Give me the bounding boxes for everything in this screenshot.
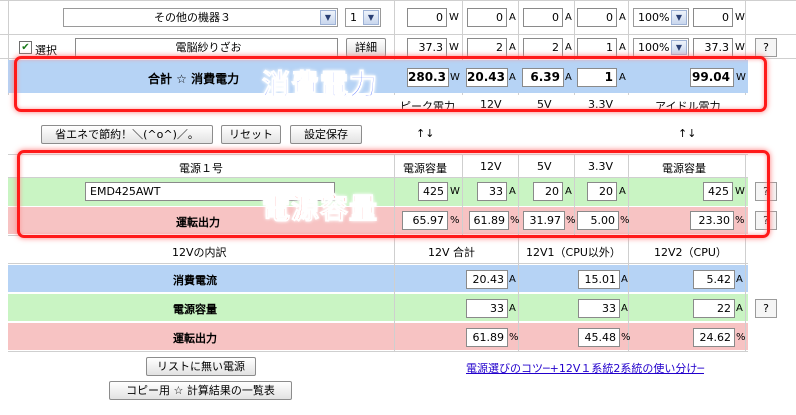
unit-label: W	[735, 12, 745, 23]
current-v2-field[interactable]: 5.42	[693, 270, 735, 289]
device-name-field[interactable]: 電脳紗りざお	[75, 38, 338, 57]
12v-breakdown-title: 12Vの内訳	[172, 246, 227, 259]
device-select-value: その他の機器３	[154, 11, 231, 24]
reset-button[interactable]: リセット	[221, 125, 281, 144]
power-highlight-box	[14, 56, 767, 112]
arrows-label: ↑↓	[678, 127, 697, 140]
unit-label: W	[449, 42, 459, 53]
help-button[interactable]: ?	[755, 299, 777, 318]
pct-select-value: 100%	[638, 11, 670, 24]
eco-button[interactable]: 省エネで節約！＼(^o^)／。	[41, 125, 213, 144]
unit-label: A	[509, 42, 516, 53]
select-5v-field[interactable]: 2	[523, 38, 563, 57]
capacity-overlay-text: 電源容量	[261, 192, 379, 226]
power-overlay-text: 消費電力	[261, 68, 379, 102]
save-settings-button[interactable]: 設定保存	[290, 125, 362, 144]
capacity-v1-field[interactable]: 33	[578, 299, 620, 318]
12v1-header: 12V1（CPU以外）	[526, 246, 621, 259]
device-watt-field[interactable]: 0	[407, 8, 447, 27]
copy-summary-button[interactable]: コピー用 ☆ 計算結果の一覧表	[109, 381, 292, 400]
output-row-band	[8, 323, 748, 350]
unit-label: %	[621, 332, 631, 343]
arrows-label: ↑↓	[416, 127, 435, 140]
output-v1-field[interactable]: 45.48	[578, 328, 620, 347]
unit-label: A	[509, 303, 516, 314]
unit-label: A	[621, 303, 628, 314]
select-watt-field[interactable]: 37.3	[407, 38, 447, 57]
current-row-band	[8, 265, 748, 292]
unit-label: A	[509, 12, 516, 23]
qty-select-value: 1	[350, 11, 357, 24]
detail-button[interactable]: 詳細	[346, 38, 386, 57]
chevron-down-icon: ▼	[363, 10, 379, 25]
capacity-total-field[interactable]: 33	[466, 299, 508, 318]
current-total-field[interactable]: 20.43	[466, 270, 508, 289]
unit-label: A	[736, 274, 743, 285]
unit-label: W	[735, 42, 745, 53]
help-button[interactable]: ?	[755, 38, 777, 57]
grid-line	[8, 263, 748, 264]
chevron-down-icon: ▼	[671, 10, 687, 25]
unlisted-psu-button[interactable]: リストに無い電源	[146, 357, 256, 376]
select-watt2-field[interactable]: 37.3	[693, 38, 733, 57]
device-33v-field[interactable]: 0	[577, 8, 617, 27]
capacity-label: 電源容量	[173, 303, 217, 316]
device-select[interactable]: その他の機器３ ▼	[63, 8, 338, 27]
unit-label: A	[565, 12, 572, 23]
capacity-v2-field[interactable]: 22	[693, 299, 735, 318]
grid-line	[0, 34, 796, 35]
select-12v-field[interactable]: 2	[467, 38, 507, 57]
pct-select[interactable]: 100% ▼	[633, 8, 689, 27]
device-5v-field[interactable]: 0	[523, 8, 563, 27]
current-label: 消費電流	[173, 274, 217, 287]
device-watt2-field[interactable]: 0	[693, 8, 733, 27]
output-v2-field[interactable]: 24.62	[693, 328, 735, 347]
select-checkbox[interactable]: ✔	[19, 41, 32, 54]
chevron-down-icon: ▼	[320, 10, 336, 25]
unit-label: A	[565, 42, 572, 53]
device-12v-field[interactable]: 0	[467, 8, 507, 27]
pct-select-value: 100%	[638, 41, 670, 54]
qty-select[interactable]: 1 ▼	[345, 8, 381, 27]
grid-line	[8, 351, 748, 352]
chevron-down-icon: ▼	[671, 40, 687, 55]
capacity-row-band	[8, 294, 748, 321]
unit-label: W	[449, 12, 459, 23]
grid-line	[394, 236, 395, 351]
output-total-field[interactable]: 61.89	[466, 328, 508, 347]
unit-label: %	[736, 332, 746, 343]
capacity-highlight-box	[17, 150, 770, 238]
12v-total-header: 12V 合計	[428, 246, 476, 259]
output-label: 運転出力	[173, 332, 217, 345]
select-33v-field[interactable]: 1	[577, 38, 617, 57]
unit-label: A	[621, 274, 628, 285]
unit-label: %	[509, 332, 519, 343]
grid-line	[0, 0, 796, 1]
pct-select-2[interactable]: 100% ▼	[633, 38, 689, 57]
unit-label: A	[619, 12, 626, 23]
psu-tips-link[interactable]: 電源選びのコツ─+12V１系統2系統の使い分け─	[466, 360, 704, 376]
unit-label: A	[619, 42, 626, 53]
unit-label: A	[736, 303, 743, 314]
12v2-header: 12V2（CPU）	[654, 246, 727, 259]
unit-label: A	[509, 274, 516, 285]
current-v1-field[interactable]: 15.01	[578, 270, 620, 289]
